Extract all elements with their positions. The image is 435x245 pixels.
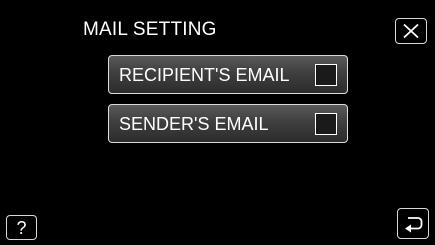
sender-email-checkbox[interactable]	[315, 112, 337, 135]
recipient-email-label: RECIPIENT'S EMAIL	[119, 64, 290, 85]
screen-title: MAIL SETTING	[83, 19, 217, 40]
back-button[interactable]	[397, 208, 429, 239]
recipient-email-checkbox[interactable]	[315, 63, 337, 86]
sender-email-button[interactable]: SENDER'S EMAIL	[108, 104, 348, 143]
close-button[interactable]	[395, 18, 427, 44]
close-icon	[403, 23, 419, 39]
sender-email-label: SENDER'S EMAIL	[119, 113, 269, 134]
recipient-email-button[interactable]: RECIPIENT'S EMAIL	[108, 55, 348, 94]
back-icon	[405, 216, 423, 232]
help-icon: ?	[16, 217, 27, 238]
help-button[interactable]: ?	[6, 215, 37, 240]
